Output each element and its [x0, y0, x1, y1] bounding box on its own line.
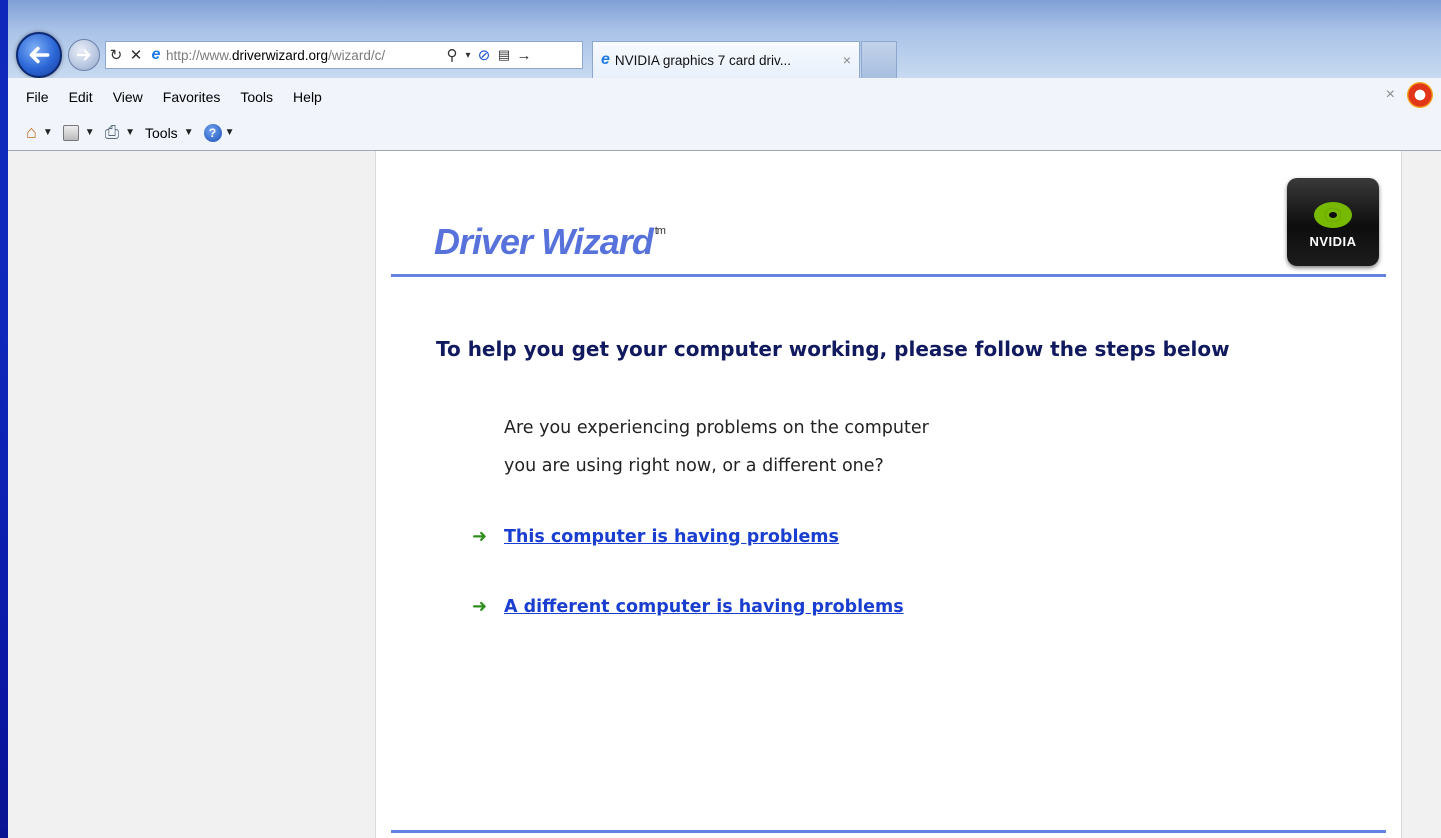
stop-icon[interactable]: ✕ — [126, 44, 146, 66]
chevron-down-icon[interactable]: ▼ — [125, 127, 135, 138]
command-bar: ⌂ ▼ ▼ ⎙ ▼ Tools ▼ ? ▼ — [8, 115, 1441, 151]
title-bar: ↻ ✕ e http://www.driverwizard.org/wizard… — [8, 0, 1441, 78]
search-dropdown-icon[interactable]: ▾ — [462, 44, 474, 66]
trademark-mark: tm — [654, 225, 666, 237]
address-bar[interactable]: ↻ ✕ e http://www.driverwizard.org/wizard… — [105, 41, 583, 69]
home-icon: ⌂ — [26, 122, 37, 142]
menu-tools[interactable]: Tools — [230, 79, 283, 115]
nvidia-logo: NVIDIA — [1287, 178, 1379, 266]
ie-icon: e — [601, 51, 610, 68]
url-prefix: http://www. — [166, 47, 233, 63]
question-line-1: Are you experiencing problems on the com… — [504, 418, 929, 438]
chevron-down-icon: ▼ — [224, 127, 235, 138]
help-icon: ? — [203, 123, 222, 142]
menu-edit[interactable]: Edit — [59, 79, 103, 115]
new-tab-button[interactable] — [861, 41, 897, 78]
close-icon[interactable]: × — [1386, 86, 1395, 104]
browser-window: ↻ ✕ e http://www.driverwizard.org/wizard… — [8, 0, 1441, 838]
ie-icon: e — [151, 46, 161, 63]
chevron-down-icon[interactable]: ▼ — [85, 127, 95, 138]
search-icon[interactable]: ⚲ — [442, 44, 462, 66]
rss-icon — [62, 124, 79, 141]
menu-view[interactable]: View — [103, 79, 153, 115]
footer-divider — [391, 830, 1386, 833]
chevron-down-icon: ▼ — [183, 127, 194, 138]
forward-arrow-icon — [76, 49, 91, 61]
refresh-icon[interactable]: ↻ — [106, 44, 126, 66]
close-icon[interactable]: × — [843, 52, 851, 68]
brand-logo: Driver Wizard tm — [434, 221, 666, 263]
different-computer-link[interactable]: A different computer is having problems — [504, 597, 904, 617]
page-viewport: Driver Wizard tm NVIDIA To help you get y… — [8, 151, 1441, 838]
block-icon[interactable]: ⊘ — [474, 44, 494, 66]
tools-label: Tools — [145, 124, 178, 141]
back-arrow-icon — [29, 46, 50, 64]
feeds-button[interactable]: ▼ — [62, 124, 95, 141]
compat-icon[interactable]: ▤ — [494, 44, 514, 66]
page-heading: To help you get your computer working, p… — [436, 337, 1230, 361]
forward-button[interactable] — [68, 39, 100, 71]
home-button[interactable]: ⌂ ▼ — [26, 122, 53, 143]
menu-file[interactable]: File — [8, 79, 59, 115]
url-path: /wizard/c/ — [328, 47, 386, 63]
menu-bar: File Edit View Favorites Tools Help × — [8, 78, 1441, 115]
back-button[interactable] — [16, 32, 62, 78]
option-this-computer: ➜ This computer is having problems — [472, 526, 839, 547]
menu-help[interactable]: Help — [283, 79, 332, 115]
brand-name: Driver Wizard — [434, 221, 654, 262]
question-line-2: you are using right now, or a different … — [504, 456, 884, 476]
addon-icon[interactable] — [1407, 82, 1433, 108]
green-arrow-icon: ➜ — [472, 596, 488, 617]
green-arrow-icon: ➜ — [472, 526, 488, 547]
header-divider — [391, 274, 1386, 277]
menu-favorites[interactable]: Favorites — [153, 79, 231, 115]
tools-button[interactable]: Tools ▼ — [145, 125, 194, 141]
page-content: Driver Wizard tm NVIDIA To help you get y… — [375, 151, 1402, 838]
tab-active[interactable]: e NVIDIA graphics 7 card driv... × — [592, 41, 860, 78]
print-button[interactable]: ⎙ ▼ — [105, 122, 135, 143]
chevron-down-icon[interactable]: ▼ — [43, 127, 53, 138]
nvidia-eye-icon — [1314, 201, 1352, 228]
tab-title: NVIDIA graphics 7 card driv... — [614, 52, 791, 68]
go-icon[interactable]: → — [514, 44, 534, 66]
nvidia-logo-text: NVIDIA — [1309, 233, 1357, 249]
this-computer-link[interactable]: This computer is having problems — [504, 527, 839, 547]
print-icon: ⎙ — [104, 122, 120, 142]
question-text: Are you experiencing problems on the com… — [504, 409, 929, 485]
url-domain: driverwizard.org — [232, 47, 329, 63]
option-different-computer: ➜ A different computer is having problem… — [472, 596, 904, 617]
url-text[interactable]: http://www.driverwizard.org/wizard/c/ — [166, 48, 442, 63]
help-button[interactable]: ? ▼ — [203, 123, 235, 142]
